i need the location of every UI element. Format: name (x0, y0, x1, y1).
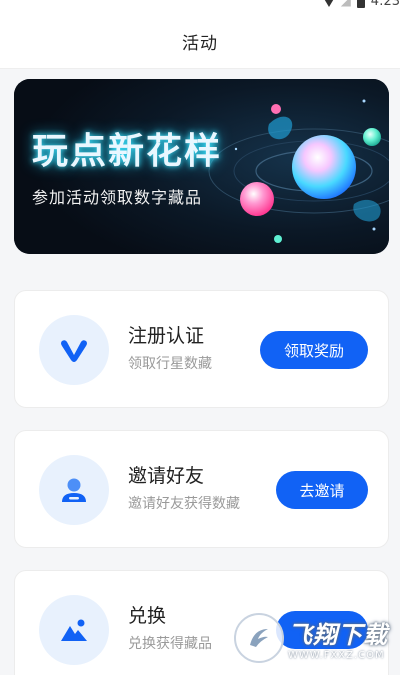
icon-circle (39, 315, 109, 385)
card-title: 兑换 (128, 605, 167, 627)
status-time: 4:23 (370, 0, 400, 9)
image-icon (61, 619, 87, 641)
cell-signal-icon (340, 0, 351, 7)
battery-icon (356, 0, 365, 8)
banner-text: 玩点新花样 参加活动领取数字藏品 (32, 79, 222, 254)
card-redeem[interactable]: 兑换 兑换获得藏品 (14, 570, 389, 675)
activity-banner[interactable]: 玩点新花样 参加活动领取数字藏品 (14, 79, 389, 254)
banner-headline: 玩点新花样 (32, 130, 223, 172)
signal-icon (322, 0, 335, 7)
page-header: 活动 (0, 14, 400, 69)
card-description: 邀请好友获得数藏 (128, 496, 240, 512)
card-description: 兑换获得藏品 (128, 636, 212, 652)
status-icons: 4:23 (322, 0, 400, 9)
user-icon (62, 478, 86, 502)
banner-subtitle: 参加活动领取数字藏品 (32, 187, 203, 207)
activity-page: 4:23 活动 玩点新花样 参加活动领取数字藏品 注册认证 领取行星数藏 领取奖… (0, 0, 400, 675)
page-title: 活动 (182, 33, 218, 54)
card-description: 领取行星数藏 (128, 356, 212, 372)
card-register-verify[interactable]: 注册认证 领取行星数藏 领取奖励 (14, 290, 389, 408)
icon-circle (39, 595, 109, 665)
invite-button[interactable]: 去邀请 (276, 471, 368, 509)
icon-circle (39, 455, 109, 525)
redeem-button[interactable] (276, 611, 368, 649)
card-title: 邀请好友 (128, 465, 205, 487)
card-title: 注册认证 (128, 325, 205, 347)
card-invite-friends[interactable]: 邀请好友 邀请好友获得数藏 去邀请 (14, 430, 389, 548)
status-bar: 4:23 (0, 0, 400, 14)
claim-reward-button[interactable]: 领取奖励 (260, 331, 368, 369)
v-logo-icon (61, 340, 87, 362)
